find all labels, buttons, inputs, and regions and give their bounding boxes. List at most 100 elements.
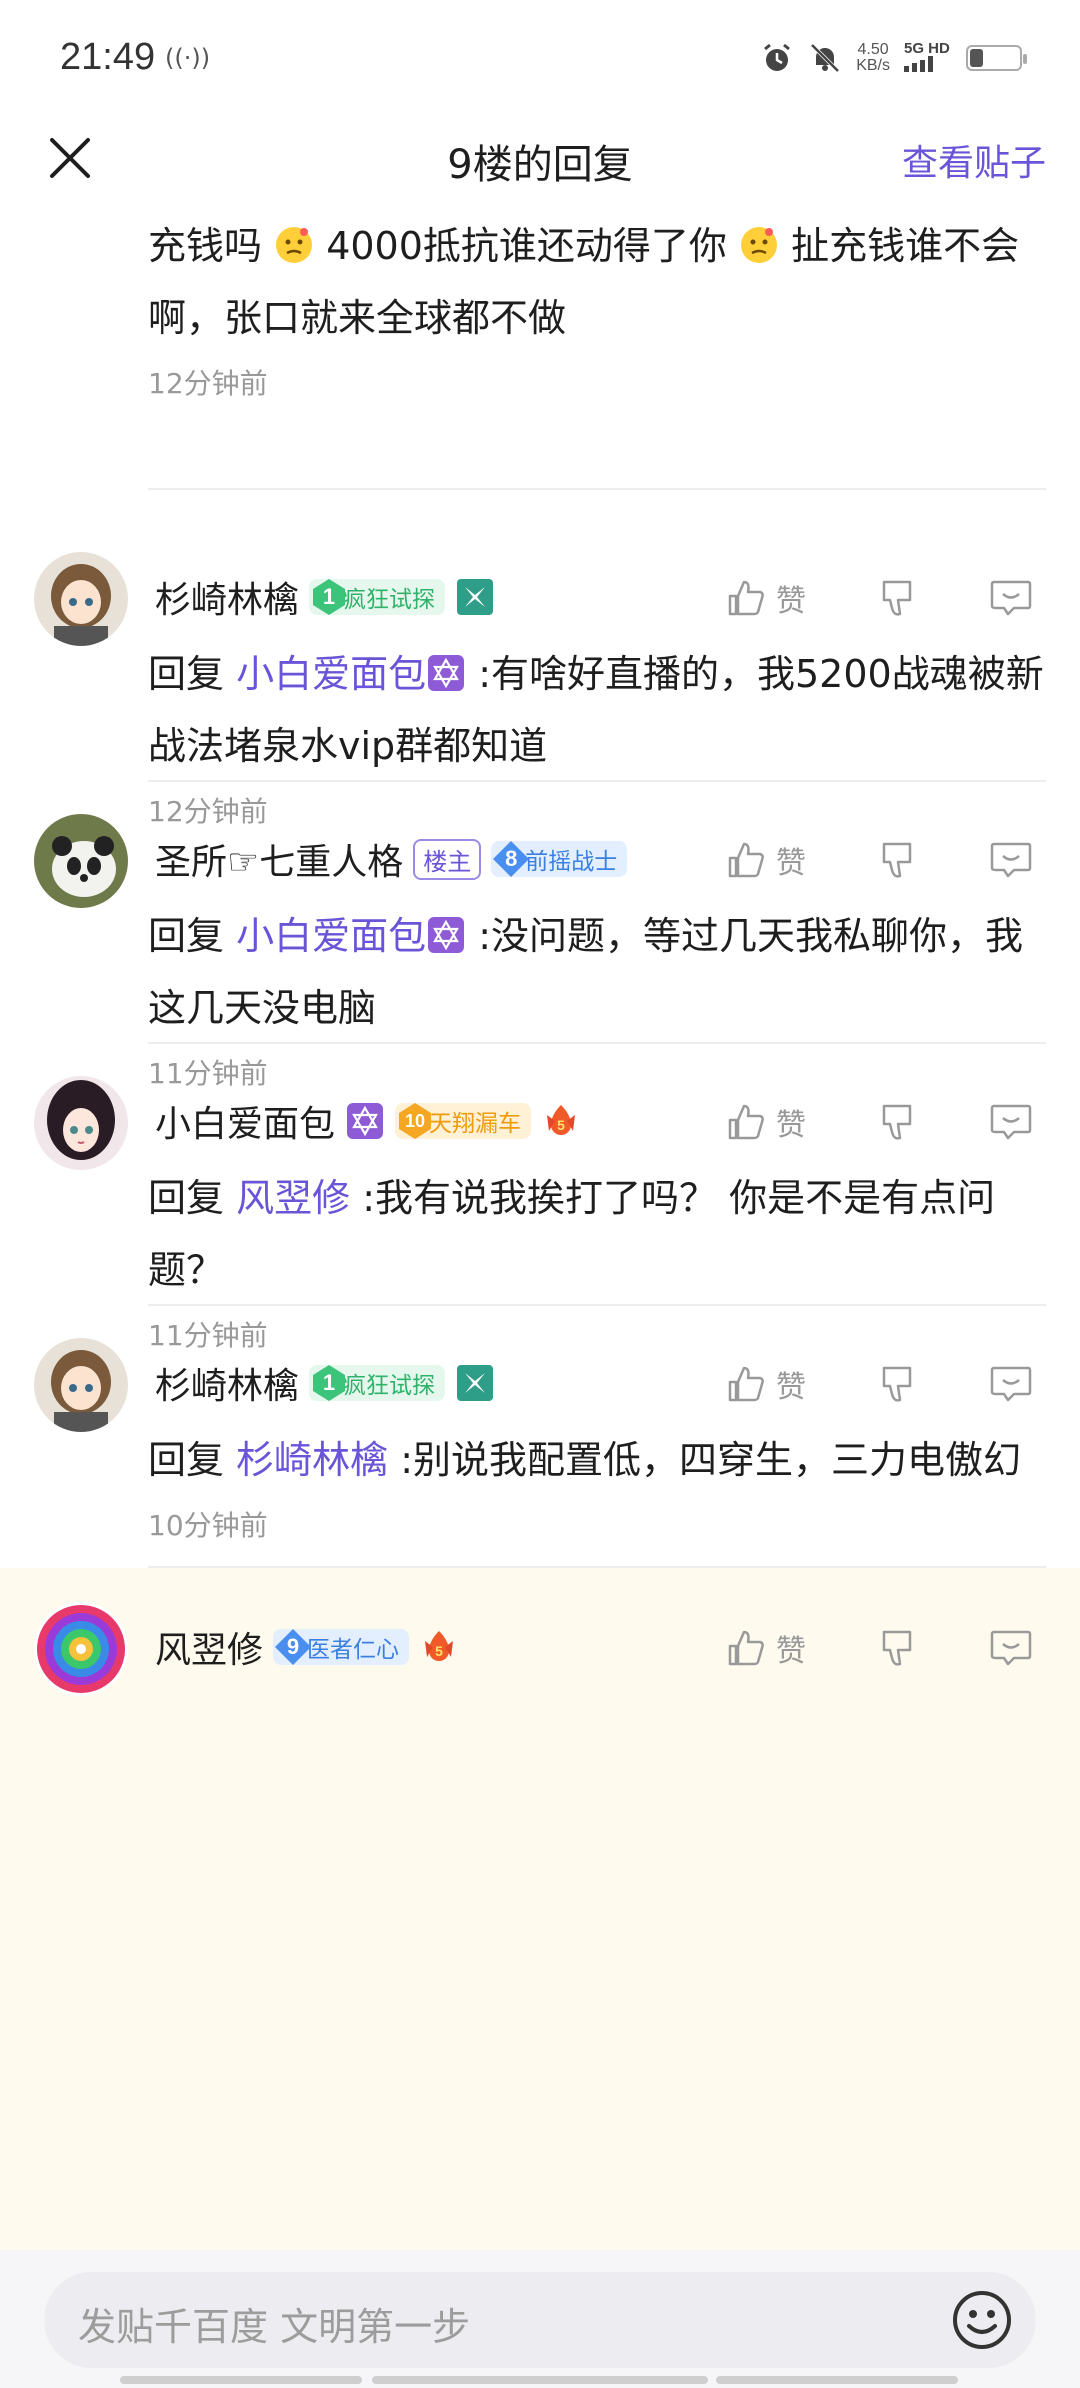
dislike-button[interactable] [878,1626,938,1670]
star-of-david-icon [347,1103,384,1139]
comment-time: 12分钟前 [148,367,268,400]
comment-actions: 赞 [724,1362,1036,1406]
game-badge-icon [457,1365,494,1401]
dislike-button[interactable] [878,1100,938,1144]
comment-actions: 赞 [724,1100,1036,1144]
status-time: 21:49 [60,36,156,78]
divider [148,488,1046,490]
thumbs-up-icon [728,1366,764,1402]
hotspot-icon: ((·)) [165,44,211,72]
avatar[interactable] [34,1338,128,1432]
nav-handle [716,2376,958,2384]
user-name[interactable]: 圣所☞七重人格 [155,833,403,885]
dislike-button[interactable] [878,838,938,882]
like-button[interactable]: 赞 [724,1626,844,1670]
signal-bars-icon [904,55,933,72]
comment-item[interactable]: 杉崎林檎 1 疯狂试探 赞 回复 杉崎林檎 :别说我配置低，四穿生，三力电傲幻 [0,1304,1080,1566]
comment-item[interactable]: 小白爱面包 10 天翔漏车 5 赞 回复 风翌修 :我有说我挨打了吗？ 你是不是… [0,1042,1080,1352]
mention-link[interactable]: 风翌修 [236,1176,350,1220]
game-badge-icon [457,579,494,615]
emoji-button-icon[interactable] [950,2288,1014,2352]
name-row: 杉崎林檎 1 疯狂试探 [155,1358,495,1408]
avatar[interactable] [34,814,128,908]
status-icons: 4.50 KB/s 5G HD [760,38,1027,78]
close-button[interactable] [42,130,98,186]
user-name[interactable]: 小白爱面包 [155,1095,335,1147]
star-of-david-icon [428,655,465,691]
avatar-anime-girl-icon [34,1076,128,1170]
avatar[interactable] [34,1076,128,1170]
thumbs-up-icon [728,580,764,616]
level-badge: 8 前摇战士 [491,841,628,877]
comment-item-highlighted[interactable]: 风翌修 9 医者仁心 5 赞 [0,1568,1080,2250]
comment-text: 回复 风翌修 :我有说我挨打了吗？ 你是不是有点问题？ [148,1176,996,1292]
mention-link[interactable]: 小白爱面包 [236,652,426,696]
comment-bubble-icon [990,1366,1032,1402]
reply-button[interactable] [988,1362,1036,1406]
name-row: 杉崎林檎 1 疯狂试探 [155,572,495,622]
like-button[interactable]: 赞 [724,1362,844,1406]
avatar-anime-girl-icon [34,1338,128,1432]
reply-button[interactable] [988,1100,1036,1144]
comment-text: 充钱吗 4000抵抗谁还动得了你 扯充钱谁不会啊，张口就来全球都不做 [148,224,1020,340]
alarm-icon [764,43,791,71]
comment-partial: ▔▔▔▔▔▔▔▔▔▔▔▔▔▔▔▔ 充钱吗 4000抵抗谁还动得了你 扯充钱谁不会… [148,198,1048,402]
bottom-bar: 发贴千百度 文明第一步 [0,2250,1080,2388]
user-name[interactable]: 杉崎林檎 [155,1357,299,1409]
avatar-panda-icon [34,814,128,908]
comment-body: 回复 杉崎林檎 :别说我配置低，四穿生，三力电傲幻 10分钟前 [148,1424,1048,1544]
thumbs-down-icon [882,1366,912,1402]
level-badge: 9 医者仁心 [273,1629,410,1665]
reply-button[interactable] [988,1626,1036,1670]
thinking-emoji-icon [276,227,313,263]
comment-bubble-icon [990,1104,1032,1140]
flame-medal-icon: 5 [425,1631,454,1661]
network-speed: 4.50 KB/s [856,41,890,74]
comment-item[interactable]: 圣所☞七重人格 楼主 8 前摇战士 赞 回复 小白爱面包 :没问题，等过几天我私… [0,780,1080,1090]
level-badge: 1 疯狂试探 [309,1365,446,1401]
nav-handle [120,2376,362,2384]
user-name[interactable]: 风翌修 [155,1621,263,1673]
status-bar: 21:49 ((·)) 4.50 KB/s 5G HD [0,0,1080,118]
mention-link[interactable]: 小白爱面包 [236,914,426,958]
battery-icon [966,45,1027,71]
thinking-emoji-icon [740,227,777,263]
comment-text: 回复 杉崎林檎 :别说我配置低，四穿生，三力电傲幻 [148,1438,1021,1482]
close-icon [50,138,90,178]
dislike-button[interactable] [878,576,938,620]
thumbs-down-icon [882,1630,912,1666]
comment-item[interactable]: 杉崎林檎 1 疯狂试探 赞 回复 小白爱面包 :有啥好直播的，我5200战魂被新… [0,518,1080,828]
comment-text: 回复 小白爱面包 :没问题，等过几天我私聊你，我这几天没电脑 [148,914,1023,1030]
like-button[interactable]: 赞 [724,576,844,620]
like-button[interactable]: 赞 [724,838,844,882]
reply-button[interactable] [988,838,1036,882]
avatar-color-wheel-icon [34,1602,128,1696]
avatar[interactable] [34,1602,128,1696]
avatar-anime-girl-icon [34,552,128,646]
reply-button[interactable] [988,576,1036,620]
thumbs-down-icon [882,580,912,616]
thumbs-up-icon [728,1630,764,1666]
nav-handle [372,2376,708,2384]
dislike-button[interactable] [878,1362,938,1406]
comment-bubble-icon [990,842,1032,878]
signal-indicator: 5G HD [904,41,952,76]
reply-input[interactable]: 发贴千百度 文明第一步 [44,2272,1036,2368]
star-of-david-icon [428,917,465,953]
level-badge: 10 天翔漏车 [395,1103,532,1139]
thumbs-down-icon [882,1104,912,1140]
thumbs-up-icon [728,1104,764,1140]
user-name[interactable]: 杉崎林檎 [155,571,299,623]
comment-list[interactable]: ▔▔▔▔▔▔▔▔▔▔▔▔▔▔▔▔ 充钱吗 4000抵抗谁还动得了你 扯充钱谁不会… [0,198,1080,2250]
name-row: 风翌修 9 医者仁心 5 [155,1622,459,1672]
name-row: 小白爱面包 10 天翔漏车 5 [155,1096,581,1146]
comment-time: 10分钟前 [148,1509,268,1542]
mention-link[interactable]: 杉崎林檎 [236,1438,388,1482]
view-post-link[interactable]: 查看贴子 [902,134,1046,186]
owner-tag: 楼主 [413,838,482,880]
avatar[interactable] [34,552,128,646]
like-button[interactable]: 赞 [724,1100,844,1144]
thumbs-up-icon [728,842,764,878]
svg-text:5: 5 [557,1117,565,1133]
comment-text: 回复 小白爱面包 :有啥好直播的，我5200战魂被新战法堵泉水vip群都知道 [148,652,1044,768]
